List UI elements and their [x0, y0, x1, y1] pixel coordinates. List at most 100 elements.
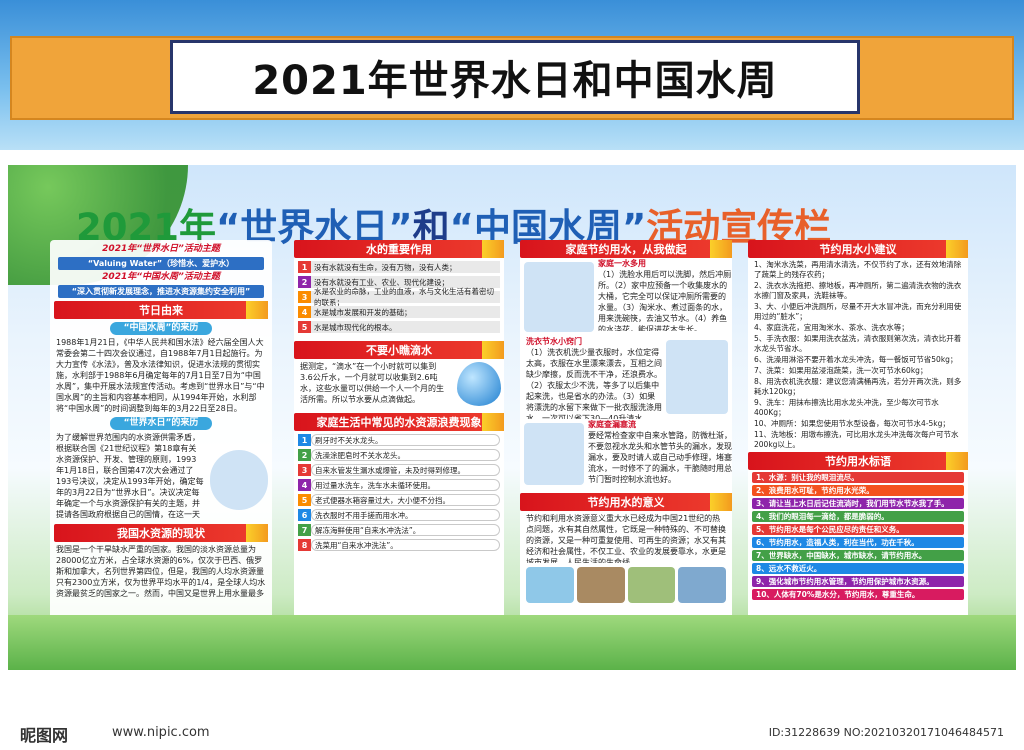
item-number: 2 — [298, 276, 311, 288]
item-text: 自来水管发生漏水或爆管，未及时得到修理。 — [311, 464, 500, 476]
tip-item: 6、洗澡用淋浴不要开着水龙头冲洗，每一餐饭可节省50kg； — [754, 355, 958, 364]
tip2-text: （1）洗衣机洗少量衣服时，水位定得太高，衣服在水里漂来漂去，互相之间缺少摩擦，反… — [526, 348, 662, 419]
column-festival: 2021年“世界水日”活动主题 “Valuing Water”（珍惜水、爱护水）… — [50, 240, 272, 625]
importance-item: 1 没有水就没有生命，没有万物，没有人类； — [298, 261, 500, 273]
tip1-text: （1）洗脸水用后可以洗脚，然后冲厕所。（2）家中应预备一个收集废水的大桶，它完全… — [598, 270, 732, 331]
tip-item: 2、洗衣水洗拖把、擦地板，再冲厕所，第二遍清洗衣物的洗衣水擦门窗及家具，洗鞋袜等… — [754, 281, 962, 300]
image-dry-land — [576, 567, 625, 603]
slogan-item: 7、世界缺水，中国缺水，城市缺水，请节约用水。 — [752, 550, 964, 561]
waste-item: 1 刷牙时不关水龙头。 — [298, 434, 500, 446]
water-status-header: 我国水资源的现状 — [54, 524, 268, 542]
waste-item: 3 自来水管发生漏水或爆管，未及时得到修理。 — [298, 464, 500, 476]
meaning-text: 节约和利用水资源意义重大水已经成为中国21世纪的热点问题，水有其自然属性，它既是… — [526, 514, 726, 563]
item-text: 解冻海鲜使用“自来水冲洗法”。 — [311, 524, 500, 536]
home-saving-header: 家庭节约用水，从我做起 — [520, 240, 732, 258]
item-number: 8 — [298, 539, 311, 551]
image-landscape — [627, 567, 676, 603]
importance-header: 水的重要作用 — [294, 240, 504, 258]
item-number: 2 — [298, 449, 311, 461]
image-water-hand — [526, 567, 574, 603]
wwd-theme-label: 2021年“世界水日”活动主题 — [102, 244, 220, 254]
home-illustration-3 — [524, 423, 584, 485]
tips-header: 节约用水小建议 — [748, 240, 968, 258]
tip-item: 8、用洗衣机洗衣服：建议您清满桶再洗，若分开两次洗，则多耗水120kg； — [754, 377, 962, 396]
slogans-list: 1、水源：别让我的眼泪流尽。 2、浪费用水可耻，节约用水光荣。 3、请让当上水日后记… — [748, 472, 968, 600]
home-illustration-1 — [524, 262, 594, 332]
slogans-header: 节约用水标语 — [748, 452, 968, 470]
wwd-origin-subheader: “世界水日”的来历 — [109, 417, 213, 430]
footer-url: www.nipic.com — [112, 725, 210, 740]
item-text: 刷牙时不关水龙头。 — [311, 434, 500, 446]
column-home-saving: 家庭节约用水，从我做起 家庭一水多用 （1）洗脸水用后可以洗脚，然后冲厕所。（2… — [520, 240, 732, 625]
waste-item: 5 老式便器水箱容量过大，大小便不分挡。 — [298, 494, 500, 506]
wwd-origin-text: 为了缓解世界范围内的水资源供需矛盾，根据联合国《21世纪议程》第18章有关水资源… — [56, 433, 204, 519]
tip-item: 10、冲厕所：如果您使用节水型设备，每次可节水4-5kg； — [754, 419, 950, 428]
footer-logo: 昵图网 — [20, 726, 69, 745]
tip-item: 4、家庭洗花，宜用淘米水、茶水、洗衣水等； — [754, 323, 909, 332]
waste-item: 4 用过量水洗车，洗车水未循环使用。 — [298, 479, 500, 491]
importance-list: 1 没有水就没有生命，没有万物，没有人类； 2 没有水就没有工业、农业、现代化建设； 3… — [294, 261, 504, 333]
image-water-pipe — [678, 567, 726, 603]
home-illustration-2 — [666, 340, 728, 414]
top-banner-title: 2021年世界水日和中国水周 — [170, 40, 860, 114]
item-number: 1 — [298, 434, 311, 446]
tip-item: 11、洗地板：用墩布擦洗，可比用水龙头冲洗每次每户可节水200kg以上。 — [754, 430, 959, 449]
waste-item: 2 洗澡涂肥皂时不关水龙头。 — [298, 449, 500, 461]
item-text: 洗澡涂肥皂时不关水龙头。 — [311, 449, 500, 461]
item-number: 7 — [298, 524, 311, 536]
meaning-header: 节约用水的意义 — [520, 493, 732, 511]
wwd-theme: “Valuing Water”（珍惜水、爱护水） — [58, 257, 264, 270]
tip-item: 5、手洗衣服：如果用洗衣盆洗，清衣服则第次洗，清衣比开着水龙头节省水。 — [754, 334, 962, 353]
footer: 昵图网 www.nipic.com ID:31228639 NO:2021032… — [0, 712, 1024, 750]
cwd-origin-text: 1988年1月21日，《中华人民共和国水法》经六届全国人大常委会第二十四次会议通… — [56, 338, 265, 413]
item-text: 老式便器水箱容量过大，大小便不分挡。 — [311, 494, 500, 506]
tips-list: 1、淘米水洗菜，再用清水清洗，不仅节约了水，还有效地清除了蔬菜上的残存农药； 2、… — [748, 258, 968, 452]
festival-origin-header: 节日由来 — [54, 301, 268, 319]
tip1-label: 家庭一水多用 — [598, 259, 646, 268]
waste-header: 家庭生活中常见的水资源浪费现象 — [294, 413, 504, 431]
drip-header: 不要小瞧滴水 — [294, 341, 504, 359]
item-text: 用过量水洗车，洗车水未循环使用。 — [311, 479, 500, 491]
drip-text: 据测定，“滴水”在一个小时就可以集到3.6公斤水，一个月就可以收集到2.6吨水，… — [300, 362, 444, 404]
item-text: 水是城市现代化的根本。 — [311, 321, 500, 333]
item-text: 洗菜用“自来水冲洗法”。 — [311, 539, 500, 551]
cwd-origin-subheader: “中国水周”的来历 — [109, 322, 213, 335]
waste-list: 1 刷牙时不关水龙头。 2 洗澡涂肥皂时不关水龙头。 3 自来水管发生漏水或爆管，未及时得… — [294, 434, 504, 551]
waste-item: 7 解冻海鲜使用“自来水冲洗法”。 — [298, 524, 500, 536]
tip-item: 9、洗车：用抹布擦洗比用水龙头冲洗，至少每次可节水400Kg； — [754, 398, 939, 417]
item-text: 没有水就没有生命，没有万物，没有人类； — [311, 261, 500, 273]
slogan-item: 2、浪费用水可耻，节约用水光荣。 — [752, 485, 964, 496]
poster-board: 2021年“世界水日”和“中国水周”活动宣传栏 2021年“世界水日”活动主题 … — [8, 165, 1016, 670]
waste-item: 6 洗衣服时不用手搓而用水冲。 — [298, 509, 500, 521]
slogan-item: 8、远水不救近火。 — [752, 563, 964, 574]
tip3-text: 要经常检查家中自来水管路，防微杜渐，不要忽视水龙头和水管节头的漏水，发现漏水，要… — [588, 431, 732, 484]
item-text: 水是农业的命脉，工业的血液，水与文化生活有着密切的联系； — [311, 287, 500, 307]
item-number: 4 — [298, 306, 311, 318]
slogan-item: 10、人体有70%是水分，节约用水，尊重生命。 — [752, 589, 964, 600]
water-status-text: 我国是一个干旱缺水严重的国家。我国的淡水资源总量为28000亿立方米，占全球水资… — [56, 545, 266, 598]
slogan-item: 1、水源：别让我的眼泪流尽。 — [752, 472, 964, 483]
waste-item: 8 洗菜用“自来水冲洗法”。 — [298, 539, 500, 551]
item-number: 5 — [298, 494, 311, 506]
column-importance: 水的重要作用 1 没有水就没有生命，没有万物，没有人类； 2 没有水就没有工业、农业、… — [294, 240, 504, 625]
importance-item: 4 水是城市发展和开发的基础； — [298, 306, 500, 318]
item-text: 水是城市发展和开发的基础； — [311, 306, 500, 318]
tip-item: 7、洗菜：如果用盆浸泡蔬菜，洗一次可节水60kg； — [754, 366, 928, 375]
slogan-item: 6、节约用水，造福人类，利在当代，功在千秋。 — [752, 537, 964, 548]
earth-water-image — [210, 450, 268, 510]
item-number: 1 — [298, 261, 311, 273]
item-text: 洗衣服时不用手搓而用水冲。 — [311, 509, 500, 521]
column-tips: 节约用水小建议 1、淘米水洗菜，再用清水清洗，不仅节约了水，还有效地清除了蔬菜上… — [748, 240, 968, 625]
tip-item: 1、淘米水洗菜，再用清水清洗，不仅节约了水，还有效地清除了蔬菜上的残存农药； — [754, 260, 962, 279]
water-drop-icon — [457, 362, 501, 406]
tip3-label: 家庭查漏塞流 — [588, 420, 636, 429]
slogan-item: 4、我们的眼泪每一滴给，都是脆弱的。 — [752, 511, 964, 522]
item-number: 5 — [298, 321, 311, 333]
cwd-theme: “深入贯彻新发展理念，推进水资源集约安全利用” — [58, 285, 264, 298]
tip-item: 3、大、小便后冲洗厕所，尽量不开大水冒冲洗，而充分利用使用过的“脏水”； — [754, 302, 962, 321]
cwd-theme-label: 2021年“中国水周”活动主题 — [102, 272, 220, 282]
tip2-label: 洗衣节水小窍门 — [526, 337, 582, 346]
item-number: 3 — [298, 464, 311, 476]
item-number: 3 — [298, 291, 311, 303]
slogan-item: 5、节约用水是每个公民应尽的责任和义务。 — [752, 524, 964, 535]
